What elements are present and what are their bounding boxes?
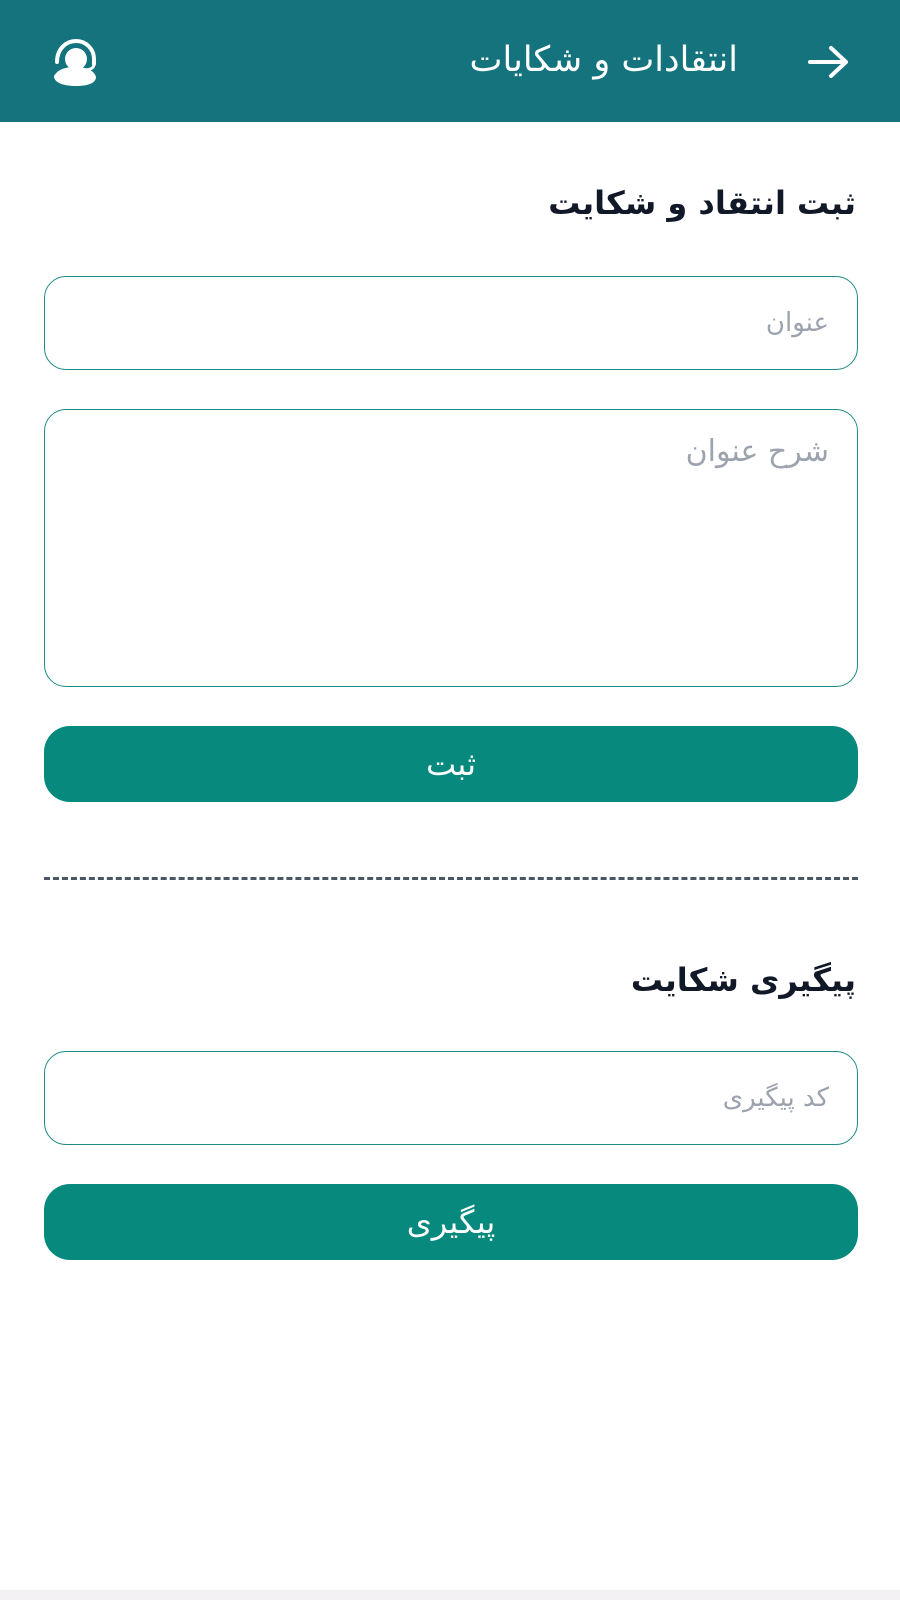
- page-title: انتقادات و شکایات: [469, 40, 738, 80]
- tracking-code-input[interactable]: [44, 1051, 858, 1145]
- section-divider: [44, 877, 858, 880]
- tracking-heading: پیگیری شکایت: [630, 961, 856, 999]
- track-complaint-button[interactable]: پیگیری: [44, 1184, 858, 1260]
- complaint-form-heading: ثبت انتقاد و شکایت: [548, 184, 856, 222]
- arrow-right-icon: [808, 46, 848, 78]
- complaints-screen: انتقادات و شکایات ثبت انتقاد و شکایت ثبت…: [0, 0, 900, 1600]
- support-button[interactable]: [50, 36, 100, 88]
- app-header: انتقادات و شکایات: [0, 0, 900, 122]
- complaint-title-input[interactable]: [44, 276, 858, 370]
- complaint-description-textarea[interactable]: [44, 409, 858, 687]
- bottom-edge: [0, 1590, 900, 1600]
- support-headset-icon: [54, 38, 96, 86]
- back-button[interactable]: [804, 37, 854, 87]
- submit-complaint-button[interactable]: ثبت: [44, 726, 858, 802]
